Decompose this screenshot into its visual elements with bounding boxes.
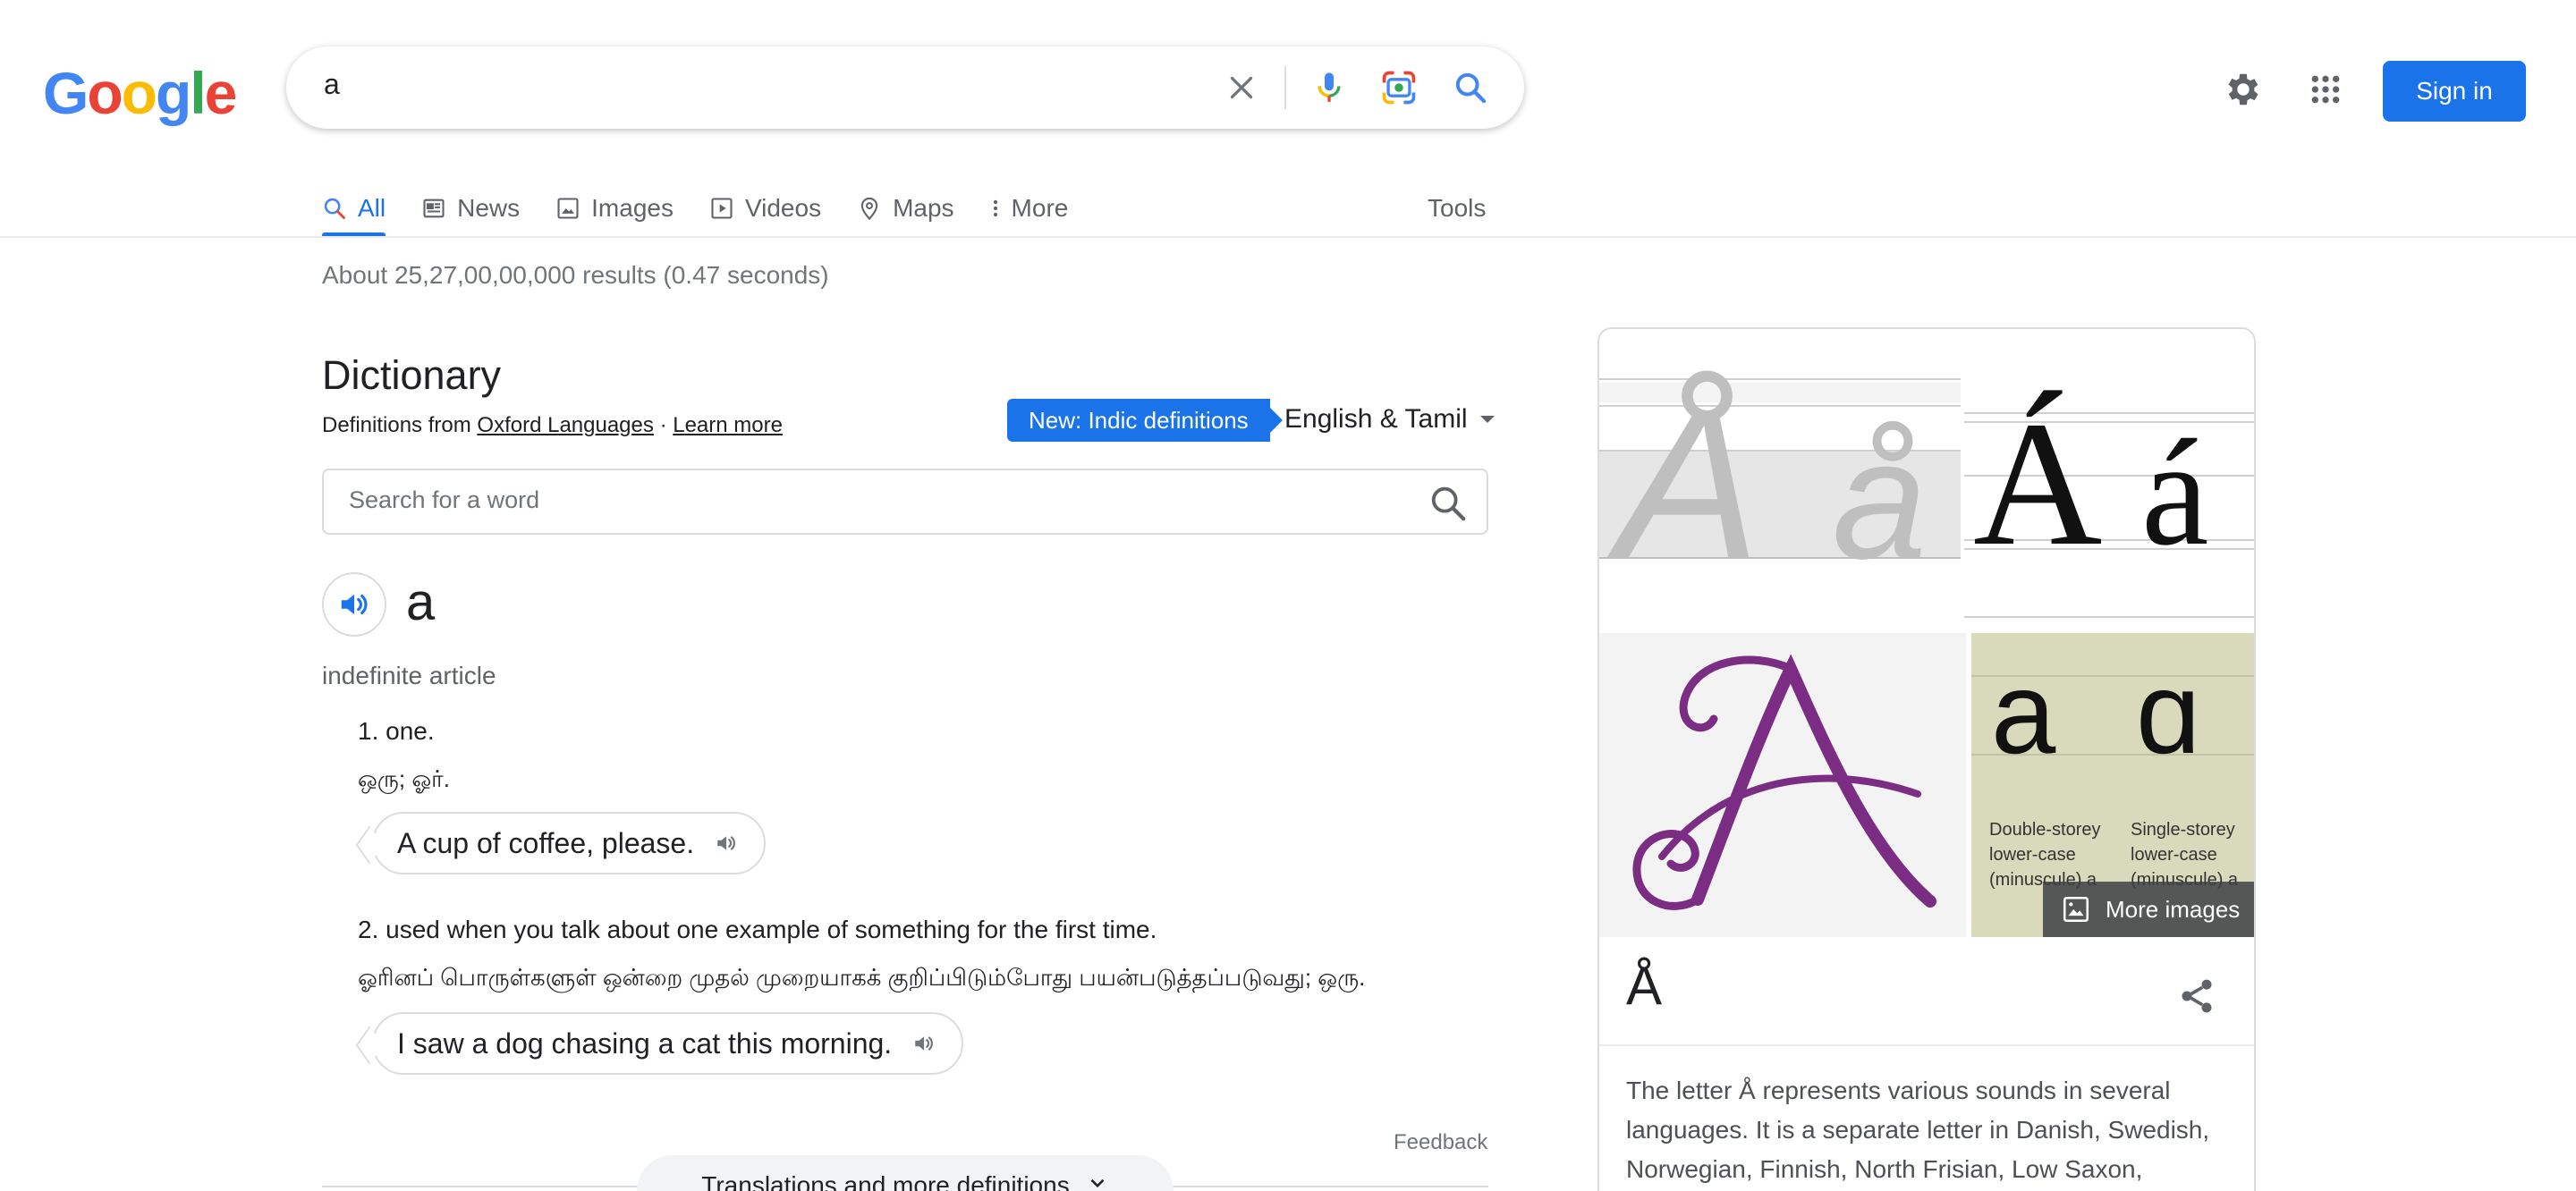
definition-2: 2. used when you talk about one example … — [358, 916, 1157, 944]
search-icon[interactable] — [1428, 483, 1469, 524]
example-text: A cup of coffee, please. — [397, 826, 695, 859]
search-input[interactable] — [324, 68, 1129, 101]
pronunciation-button[interactable] — [322, 572, 386, 637]
caption-double-1: Double-storey — [1989, 820, 2101, 840]
caption-single-2: lower-case — [2131, 845, 2217, 865]
word-search-box[interactable] — [322, 469, 1488, 535]
camera-lens-icon[interactable] — [1374, 63, 1424, 113]
example-1: A cup of coffee, please. — [372, 812, 767, 874]
pin-icon — [860, 197, 878, 221]
tabs-divider — [0, 236, 2576, 238]
glyph-single-storey-a: ɑ — [2136, 647, 2200, 778]
search-tabs: All News Images Videos Maps More — [322, 179, 1104, 238]
gear-icon[interactable] — [2218, 64, 2268, 114]
glyph-a-acute-upper: Á — [1973, 385, 2102, 583]
more-images-label: More images — [2106, 895, 2241, 923]
logo-letter: e — [204, 60, 238, 126]
glyph-a-ring-lower: å — [1832, 405, 1927, 595]
caption-double-2: lower-case — [1989, 845, 2076, 865]
speaker-icon[interactable] — [911, 1031, 936, 1056]
tab-more[interactable]: More — [990, 179, 1069, 238]
caption-single-1: Single-storey — [2131, 820, 2235, 840]
letter-image-3[interactable] — [1599, 633, 1966, 937]
headword: a — [406, 573, 436, 631]
more-definitions-button[interactable]: Translations and more definitions — [637, 1155, 1174, 1191]
tamil-translation-1: ஒரு; ஓர். — [358, 765, 450, 792]
indic-definitions-badge: New: Indic definitions — [1007, 399, 1283, 442]
tab-news[interactable]: News — [421, 179, 520, 238]
part-of-speech: indefinite article — [322, 662, 496, 689]
dictionary-title: Dictionary — [322, 352, 502, 398]
word-search-input[interactable] — [349, 486, 1333, 514]
tab-label: Maps — [893, 194, 954, 222]
more-vert-icon — [993, 199, 997, 217]
example-2: I saw a dog chasing a cat this morning. — [372, 1012, 964, 1075]
tab-label: Videos — [744, 194, 822, 222]
search-box[interactable] — [286, 46, 1524, 129]
caret-down-icon — [1479, 416, 1495, 423]
panel-divider — [1599, 1044, 2254, 1046]
separator: · — [659, 413, 667, 437]
search-divider — [1284, 66, 1286, 109]
tab-label: All — [358, 194, 386, 222]
language-label: English & Tamil — [1284, 404, 1468, 434]
share-icon[interactable] — [2172, 971, 2222, 1021]
definition-1: 1. one. — [358, 717, 435, 746]
logo-letter: o — [121, 60, 157, 126]
sense-definition: one. — [386, 717, 435, 745]
source-prefix: Definitions from — [322, 413, 471, 437]
sense-definition: used when you talk about one example of … — [386, 916, 1157, 943]
chevron-down-icon — [1090, 1178, 1105, 1188]
glyph-double-storey-a: a — [1991, 647, 2056, 778]
tab-label: News — [457, 194, 521, 222]
knowledge-panel: Å å Á á a ɑ Double-storey lower-case (mi… — [1597, 327, 2256, 1191]
play-icon — [711, 198, 733, 219]
oxford-languages-link[interactable]: Oxford Languages — [477, 413, 653, 437]
google-logo[interactable]: Google — [43, 59, 238, 127]
panel-title: Å — [1626, 956, 1663, 1016]
tab-videos[interactable]: Videos — [709, 179, 821, 238]
search-icon[interactable] — [1445, 63, 1496, 113]
logo-letter: o — [87, 60, 123, 126]
tab-all[interactable]: All — [322, 179, 386, 238]
sense-number: 1. — [358, 717, 379, 745]
tab-label: More — [1011, 194, 1069, 222]
letter-image-1[interactable]: Å å — [1599, 329, 1961, 628]
dictionary-source: Definitions from Oxford Languages · Lear… — [322, 413, 783, 438]
panel-description: The letter Å represents various sounds i… — [1626, 1077, 2210, 1183]
tamil-translation-2: ஓரினப் பொருள்களுள் ஒன்றை முதல் முறையாகக்… — [358, 964, 1366, 991]
letter-image-2[interactable]: Á á — [1964, 329, 2254, 628]
speaker-icon — [341, 594, 368, 615]
language-select[interactable]: English & Tamil — [1284, 404, 1495, 435]
close-icon[interactable] — [1216, 63, 1267, 113]
mic-icon[interactable] — [1304, 63, 1354, 113]
tab-images[interactable]: Images — [555, 179, 674, 238]
feedback-link[interactable]: Feedback — [1394, 1130, 1487, 1155]
sense-number: 2. — [358, 916, 379, 943]
search-icon — [324, 198, 345, 219]
logo-letter: l — [190, 60, 206, 126]
more-images-button[interactable]: More images — [2043, 882, 2254, 937]
image-icon — [2063, 896, 2089, 923]
more-definitions-label: Translations and more definitions — [701, 1171, 1070, 1191]
sign-in-button[interactable]: Sign in — [2383, 61, 2526, 122]
speaker-icon[interactable] — [714, 831, 739, 856]
grid-icon[interactable] — [2301, 64, 2351, 114]
logo-letter: g — [156, 60, 191, 126]
glyph-a-ring-upper: Å — [1606, 364, 1760, 604]
tab-maps[interactable]: Maps — [857, 179, 954, 238]
result-stats: About 25,27,00,00,000 results (0.47 seco… — [322, 261, 829, 289]
logo-letter: G — [43, 60, 89, 126]
tab-label: Images — [591, 194, 674, 222]
news-icon — [423, 198, 445, 218]
tools-button[interactable]: Tools — [1428, 179, 1486, 238]
glyph-a-acute-lower: á — [2141, 409, 2208, 577]
image-icon — [557, 198, 579, 219]
learn-more-link[interactable]: Learn more — [673, 413, 783, 437]
example-text: I saw a dog chasing a cat this morning. — [397, 1026, 893, 1060]
